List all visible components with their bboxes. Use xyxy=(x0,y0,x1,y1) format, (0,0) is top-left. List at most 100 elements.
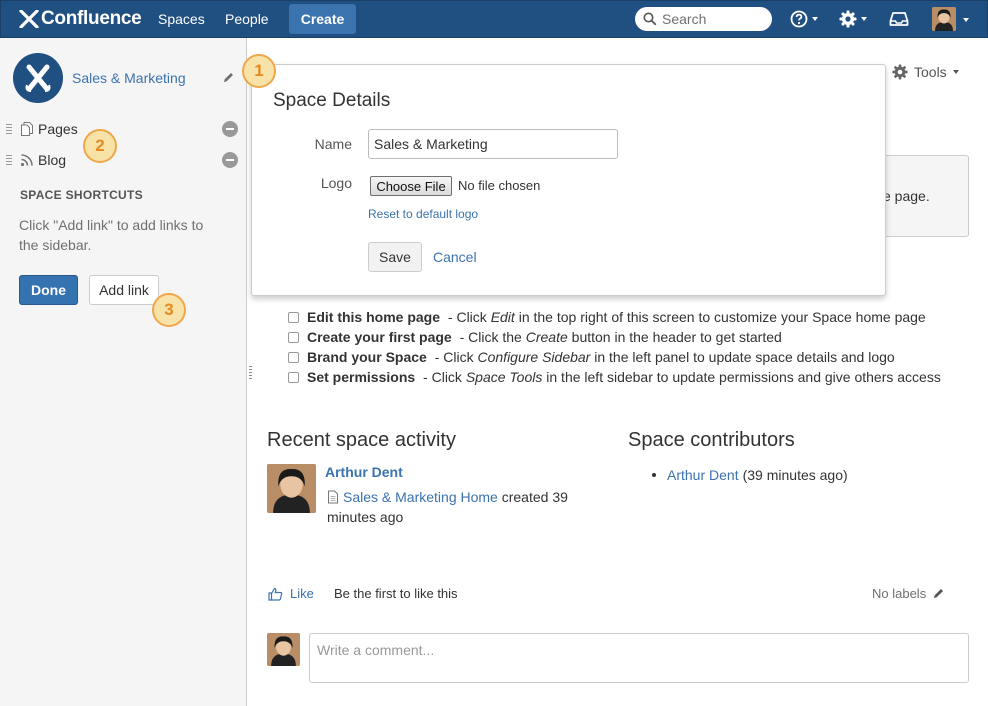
task-title: Set permissions xyxy=(307,369,416,385)
task-title: Edit this home page xyxy=(307,309,441,325)
avatar-image xyxy=(932,7,956,31)
dialog-title: Space Details xyxy=(273,90,391,111)
tools-label: Tools xyxy=(914,64,947,80)
user-avatar[interactable] xyxy=(932,7,956,31)
comment-box[interactable] xyxy=(309,633,969,683)
task-text: in the left panel to update space detail… xyxy=(590,349,895,365)
info-panel-text: e page. xyxy=(883,188,930,204)
space-logo-icon xyxy=(25,64,51,92)
settings-menu[interactable] xyxy=(839,10,867,28)
chevron-down-icon xyxy=(861,17,867,21)
notifications-tray-icon xyxy=(889,12,909,26)
avatar-image xyxy=(267,633,300,666)
page-icon xyxy=(328,490,338,504)
sidebar-item-pages[interactable]: Pages xyxy=(6,118,238,140)
info-panel: e page. xyxy=(880,155,969,237)
comment-input[interactable] xyxy=(317,642,961,658)
chevron-down-icon xyxy=(812,17,818,21)
search-icon xyxy=(643,12,657,26)
task-emphasis: Create xyxy=(525,329,568,345)
confluence-x-icon xyxy=(19,10,39,28)
top-header: Confluence Spaces People Create xyxy=(0,0,988,38)
shortcuts-help-text: Click "Add link" to add links to the sid… xyxy=(19,217,204,253)
recent-activity-heading: Recent space activity xyxy=(267,429,456,451)
activity-page-link[interactable]: Sales & Marketing Home xyxy=(343,489,498,505)
pages-icon xyxy=(21,122,33,136)
avatar[interactable] xyxy=(267,464,316,513)
task-title: Create your first page xyxy=(307,329,452,345)
remove-icon[interactable] xyxy=(222,152,238,168)
sidebar-item-label: Blog xyxy=(38,152,67,168)
rss-icon xyxy=(20,154,33,167)
task-checkbox[interactable] xyxy=(288,331,299,343)
space-sidebar: Sales & Marketing Pages Blog SPACE SHORT… xyxy=(0,38,247,706)
task-checkbox[interactable] xyxy=(288,351,299,363)
gear-icon xyxy=(839,10,857,28)
add-link-button[interactable]: Add link xyxy=(89,275,159,305)
done-button[interactable]: Done xyxy=(19,275,78,305)
contributor-time: (39 minutes ago) xyxy=(742,467,848,483)
no-labels-text: No labels xyxy=(872,586,927,601)
nav-people[interactable]: People xyxy=(225,11,269,27)
task-emphasis: Configure Sidebar xyxy=(477,349,591,365)
task-emphasis: Edit xyxy=(490,309,515,325)
avatar xyxy=(267,633,300,666)
first-like-text: Be the first to like this xyxy=(334,586,458,601)
space-name-input[interactable] xyxy=(368,129,618,159)
task-text: in the top right of this screen to custo… xyxy=(514,309,926,325)
gear-icon xyxy=(892,64,908,80)
remove-icon[interactable] xyxy=(222,121,238,137)
pencil-icon[interactable] xyxy=(932,587,945,600)
confluence-logo[interactable]: Confluence xyxy=(19,7,142,31)
logo-label: Logo xyxy=(320,175,352,191)
task-text: - Click xyxy=(444,309,491,325)
task-text: - Click xyxy=(430,349,478,365)
activity-entry: Sales & Marketing Home created 39 minute… xyxy=(327,487,587,527)
cancel-button[interactable]: Cancel xyxy=(433,249,477,265)
notifications-button[interactable] xyxy=(889,11,909,27)
drag-handle[interactable] xyxy=(6,124,12,134)
task-item: Create your first page - Click the Creat… xyxy=(288,327,782,347)
space-shortcuts-heading: SPACE SHORTCUTS xyxy=(20,188,143,202)
task-emphasis: Space Tools xyxy=(465,369,543,385)
activity-user-link[interactable]: Arthur Dent xyxy=(325,464,403,480)
create-button[interactable]: Create xyxy=(289,4,356,34)
callout-marker-1: 1 xyxy=(242,54,276,88)
task-checkbox[interactable] xyxy=(288,311,299,323)
sidebar-item-blog[interactable]: Blog xyxy=(6,149,238,171)
file-status: No file chosen xyxy=(458,178,541,193)
task-title: Brand your Space xyxy=(307,349,427,365)
chevron-down-icon[interactable] xyxy=(963,18,969,22)
save-button[interactable]: Save xyxy=(368,242,422,272)
task-text: - Click xyxy=(419,369,466,385)
contributor-link[interactable]: Arthur Dent xyxy=(667,467,739,483)
space-logo[interactable] xyxy=(13,53,63,103)
task-text: button in the header to get started xyxy=(567,329,782,345)
labels-area: No labels xyxy=(872,586,945,601)
help-icon xyxy=(790,10,808,28)
search-box[interactable] xyxy=(635,7,772,31)
callout-marker-3: 3 xyxy=(152,293,186,327)
tools-menu[interactable]: Tools xyxy=(892,64,959,80)
search-input[interactable] xyxy=(662,11,762,27)
task-item: Edit this home page - Click Edit in the … xyxy=(288,307,926,327)
sidebar-resize-handle[interactable] xyxy=(249,366,252,380)
task-item: Brand your Space - Click Configure Sideb… xyxy=(288,347,895,367)
reset-logo-link[interactable]: Reset to default logo xyxy=(368,207,478,221)
like-label: Like xyxy=(290,586,314,601)
chevron-down-icon xyxy=(952,70,959,74)
thumbs-up-icon xyxy=(268,587,283,601)
space-name-link[interactable]: Sales & Marketing xyxy=(72,70,186,86)
help-menu[interactable] xyxy=(790,10,818,28)
task-item: Set permissions - Click Space Tools in t… xyxy=(288,367,941,387)
nav-spaces[interactable]: Spaces xyxy=(158,11,205,27)
pencil-icon[interactable] xyxy=(222,71,235,84)
sidebar-item-label: Pages xyxy=(38,121,78,137)
task-checkbox[interactable] xyxy=(288,371,299,383)
choose-file-button[interactable]: Choose File xyxy=(370,176,452,196)
task-text: - Click the xyxy=(455,329,526,345)
like-button[interactable]: Like xyxy=(268,586,314,601)
drag-handle[interactable] xyxy=(6,155,12,165)
contributors-heading: Space contributors xyxy=(628,429,795,451)
callout-marker-2: 2 xyxy=(83,129,117,163)
